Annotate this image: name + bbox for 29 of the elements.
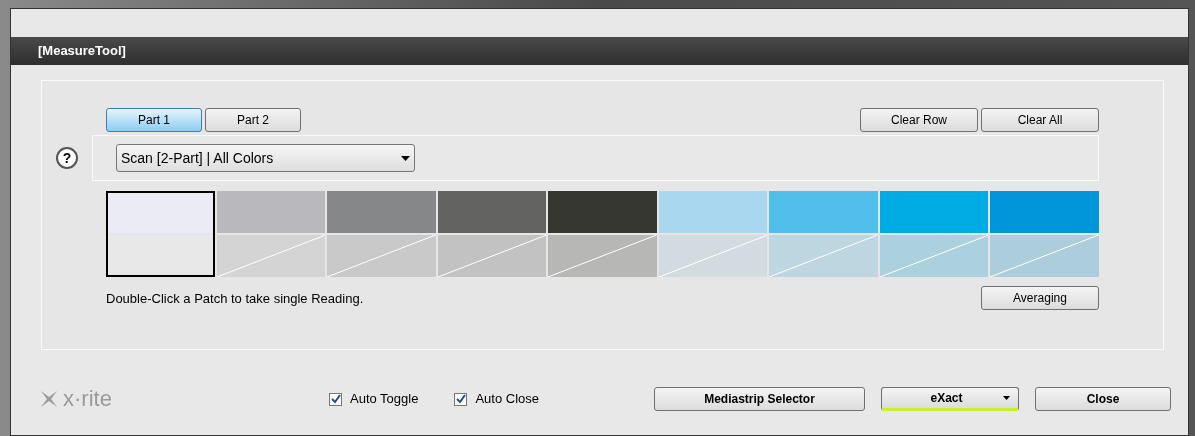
checkbox[interactable] xyxy=(329,392,342,406)
caret-icon xyxy=(1003,396,1010,400)
device-dropdown[interactable]: eXact xyxy=(881,387,1019,411)
logo-text: x·rite xyxy=(63,388,112,410)
color-patch[interactable] xyxy=(437,191,547,277)
part-tab[interactable]: Part 1 xyxy=(106,108,202,132)
color-patch[interactable] xyxy=(658,191,768,277)
color-patch[interactable] xyxy=(106,191,215,277)
close-button[interactable]: Close xyxy=(1035,387,1171,411)
averaging-button[interactable]: Averaging xyxy=(981,286,1099,310)
hint-text: Double-Click a Patch to take single Reading. xyxy=(106,290,364,308)
checkbox-label: Auto Close xyxy=(475,390,540,409)
mediastrip-button[interactable]: Mediastrip Selector xyxy=(654,387,865,411)
checkbox[interactable] xyxy=(454,392,468,406)
color-patch[interactable] xyxy=(990,191,1099,277)
clear-button[interactable]: Clear All xyxy=(981,108,1099,132)
help-icon[interactable]: ? xyxy=(56,147,78,169)
mode-dropdown[interactable]: Scan [2-Part] | All Colors xyxy=(116,144,415,172)
color-patch[interactable] xyxy=(548,191,657,277)
checkbox-label: Auto Toggle xyxy=(350,390,419,409)
color-patch[interactable] xyxy=(216,191,326,277)
x-logo-icon xyxy=(39,389,59,409)
clear-button[interactable]: Clear Row xyxy=(860,108,978,132)
color-patch[interactable] xyxy=(769,191,878,277)
color-patch[interactable] xyxy=(879,191,989,277)
color-patch[interactable] xyxy=(327,191,436,277)
part-tab[interactable]: Part 2 xyxy=(205,108,301,132)
window-title: [MeasureTool] xyxy=(38,42,126,61)
caret-icon xyxy=(401,155,410,161)
